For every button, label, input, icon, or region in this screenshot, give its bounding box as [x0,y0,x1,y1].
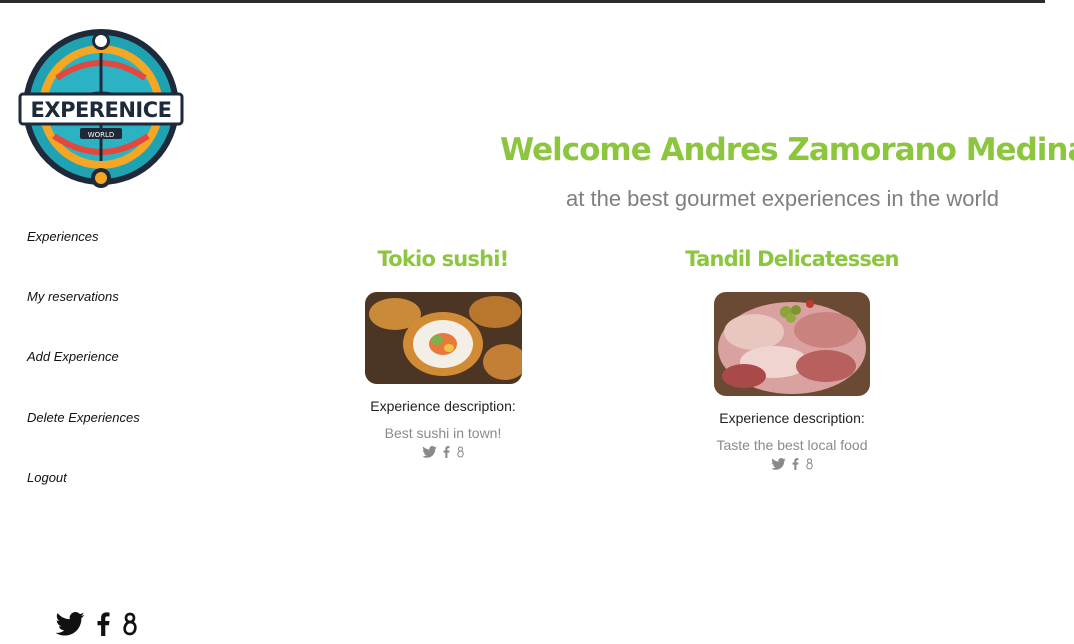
nav-experiences-link[interactable]: Experiences [27,229,99,244]
cold-cuts-platter-photo[interactable] [714,292,870,396]
experience-share-bar [672,457,912,475]
google-plus-icon[interactable] [122,612,138,641]
experience-description-label: Experience description: [370,398,516,414]
experience-description-label: Experience description: [719,410,865,426]
google-plus-icon[interactable] [456,445,465,463]
logo-wordmark: EXPERENICE [31,98,172,122]
nav-delete-experiences-link[interactable]: Delete Experiences [27,410,140,425]
experience-card: Tokio sushi! Experience description: Bes… [323,241,563,463]
logo-emblem: EXPERENICE WORLD [18,29,184,188]
google-plus-icon[interactable] [805,457,814,475]
nav-add-experience-link[interactable]: Add Experience [27,349,119,364]
facebook-icon[interactable] [97,612,110,641]
twitter-icon[interactable] [55,612,85,641]
experience-description: Best sushi in town! [384,425,502,441]
welcome-subtitle: at the best gourmet experiences in the w… [566,186,999,211]
logo-subtext: WORLD [88,131,115,139]
footer-social-links [55,612,138,641]
facebook-icon[interactable] [443,445,450,463]
twitter-icon[interactable] [421,445,437,463]
experience-card: Tandil Delicatessen Experience descripti… [672,241,912,475]
experience-share-bar [323,445,563,463]
sushi-roll-photo[interactable] [364,292,522,384]
nav-my-reservations-link[interactable]: My reservations [27,289,119,304]
twitter-icon[interactable] [770,457,786,475]
top-divider [0,0,1045,3]
experience-title[interactable]: Tandil Delicatessen [672,241,912,277]
nav-logout-link[interactable]: Logout [27,470,67,485]
facebook-icon[interactable] [792,457,799,475]
experience-description: Taste the best local food [716,437,868,453]
experience-world-logo[interactable]: EXPERENICE WORLD [2,8,200,206]
experience-title[interactable]: Tokio sushi! [323,241,563,277]
welcome-title: Welcome Andres Zamorano Medina [500,132,1074,168]
